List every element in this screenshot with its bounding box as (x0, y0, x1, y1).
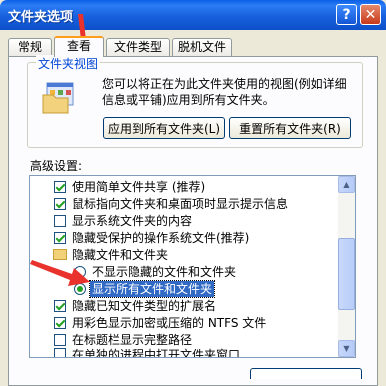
folder-icon (53, 249, 67, 260)
folder-view-icon (42, 82, 74, 114)
list-item-label: 在单独的进程中打开文件夹窗口 (72, 348, 241, 358)
tab-label: 脱机文件 (177, 40, 226, 54)
vertical-scrollbar[interactable]: ▲ ▼ (338, 176, 355, 357)
hide-extensions-checkbox[interactable] (54, 299, 66, 312)
tab-label: 文件类型 (113, 40, 162, 54)
title-bar: 文件夹选项 ? ✕ (0, 0, 386, 30)
list-item[interactable]: 鼠标指向文件夹和桌面项时显示提示信息 (30, 195, 340, 212)
simple-sharing-checkbox[interactable] (54, 180, 66, 193)
list-item-label: 隐藏文件和文件夹 (72, 247, 169, 262)
list-item-label: 用彩色显示加密或压缩的 NTFS 文件 (72, 315, 267, 330)
hide-protected-files-checkbox[interactable] (54, 231, 66, 244)
help-button[interactable]: ? (336, 4, 357, 25)
tab-view[interactable]: 查看 (54, 36, 104, 57)
separate-process-checkbox[interactable] (54, 348, 66, 357)
list-item-label: 使用简单文件共享 (推荐) (72, 179, 206, 194)
close-icon: ✕ (364, 6, 377, 23)
tab-offline-files[interactable]: 脱机文件 (172, 38, 232, 56)
list-item[interactable]: 显示系统文件夹的内容 (30, 212, 340, 229)
chevron-down-icon: ▼ (343, 344, 350, 353)
description-line: 信息或平铺)应用到所有文件夹。 (102, 93, 275, 107)
list-item-label: 不显示隐藏的文件和文件夹 (92, 264, 237, 279)
tab-general[interactable]: 常规 (8, 38, 52, 56)
scroll-thumb[interactable] (338, 238, 355, 310)
list-item-label: 显示所有文件和文件夹 (88, 279, 216, 298)
chevron-up-icon: ▲ (343, 180, 350, 189)
show-system-folder-checkbox[interactable] (54, 214, 66, 227)
apply-to-all-folders-button[interactable]: 应用到所有文件夹(L) (103, 117, 225, 139)
do-not-show-hidden-radio[interactable] (74, 265, 86, 278)
list-item[interactable]: 在单独的进程中打开文件夹窗口 (30, 340, 340, 357)
help-icon: ? (342, 6, 351, 23)
list-item[interactable]: 使用简单文件共享 (推荐) (30, 178, 340, 195)
list-item: 隐藏文件和文件夹 (30, 246, 340, 263)
tooltip-checkbox[interactable] (54, 197, 66, 210)
window-title: 文件夹选项 (8, 10, 74, 25)
folder-view-legend: 文件夹视图 (36, 55, 101, 72)
list-item[interactable]: 显示所有文件和文件夹 (30, 279, 340, 298)
close-button[interactable]: ✕ (360, 4, 381, 25)
list-item[interactable]: 隐藏受保护的操作系统文件(推荐) (30, 229, 340, 246)
tab-label: 查看 (66, 39, 91, 53)
list-item[interactable]: 用彩色显示加密或压缩的 NTFS 文件 (30, 314, 340, 331)
description-line: 您可以将正在为此文件夹使用的视图(例如详细 (102, 77, 347, 91)
scroll-up-button[interactable]: ▲ (338, 176, 355, 193)
list-item-label: 隐藏受保护的操作系统文件(推荐) (72, 230, 250, 245)
list-item[interactable]: 不显示隐藏的文件和文件夹 (30, 263, 340, 280)
folder-view-description: 您可以将正在为此文件夹使用的视图(例如详细 信息或平铺)应用到所有文件夹。 (102, 76, 358, 108)
advanced-settings-list[interactable]: 使用简单文件共享 (推荐) 鼠标指向文件夹和桌面项时显示提示信息 显示系统文件夹… (29, 175, 356, 358)
reset-all-folders-button[interactable]: 重置所有文件夹(R) (229, 117, 351, 139)
list-item-label: 隐藏已知文件类型的扩展名 (72, 298, 217, 313)
scroll-down-button[interactable]: ▼ (338, 340, 355, 357)
advanced-settings-label: 高级设置: (30, 159, 83, 173)
tab-file-types[interactable]: 文件类型 (106, 38, 170, 56)
list-item-label: 显示系统文件夹的内容 (72, 213, 193, 228)
tab-label: 常规 (17, 40, 42, 54)
list-item-label: 鼠标指向文件夹和桌面项时显示提示信息 (72, 196, 289, 211)
list-item[interactable]: 隐藏已知文件类型的扩展名 (30, 297, 340, 314)
color-ntfs-checkbox[interactable] (54, 316, 66, 329)
show-all-files-radio[interactable] (74, 282, 86, 295)
restore-defaults-button[interactable] (250, 368, 362, 379)
